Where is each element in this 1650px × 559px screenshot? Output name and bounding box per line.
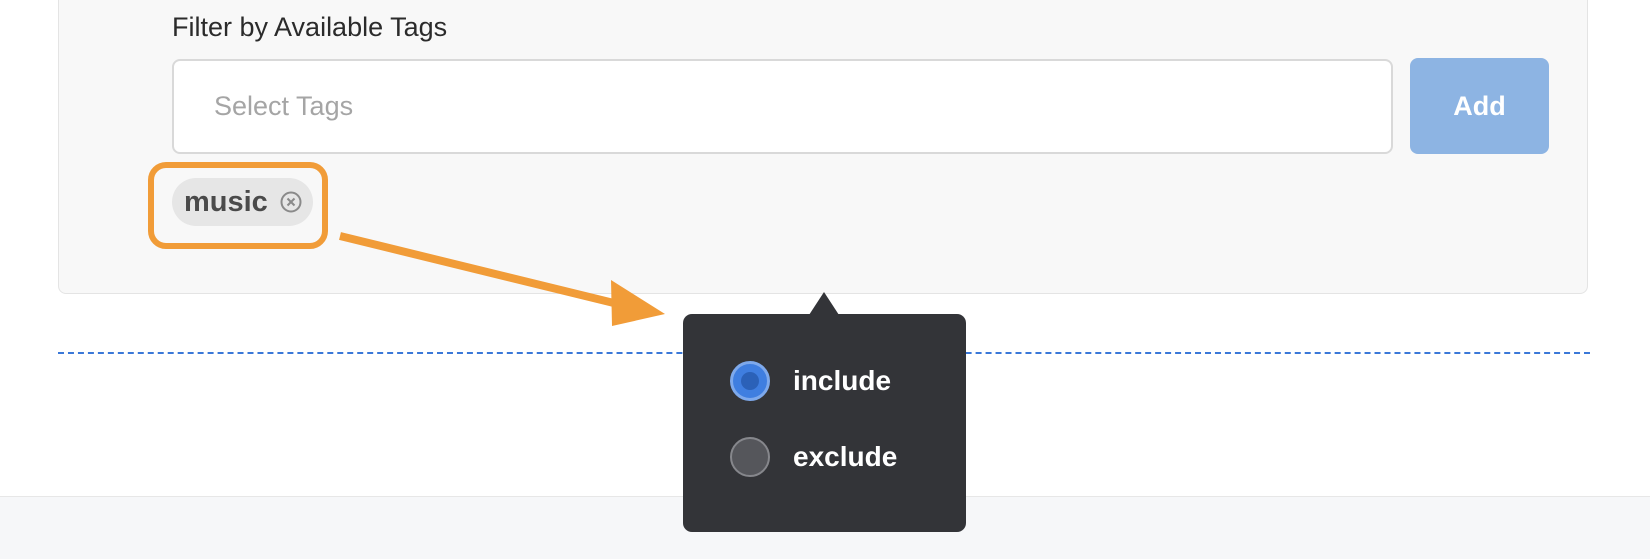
popover-caret: [809, 292, 839, 315]
radio-exclude[interactable]: exclude: [730, 437, 897, 477]
include-exclude-popover: [683, 314, 966, 532]
radio-unchecked-icon[interactable]: [730, 437, 770, 477]
radio-exclude-label: exclude: [793, 441, 898, 472]
radio-checked-icon[interactable]: [730, 361, 770, 401]
radio-include-label: include: [793, 365, 892, 396]
radio-include[interactable]: include: [730, 361, 891, 401]
